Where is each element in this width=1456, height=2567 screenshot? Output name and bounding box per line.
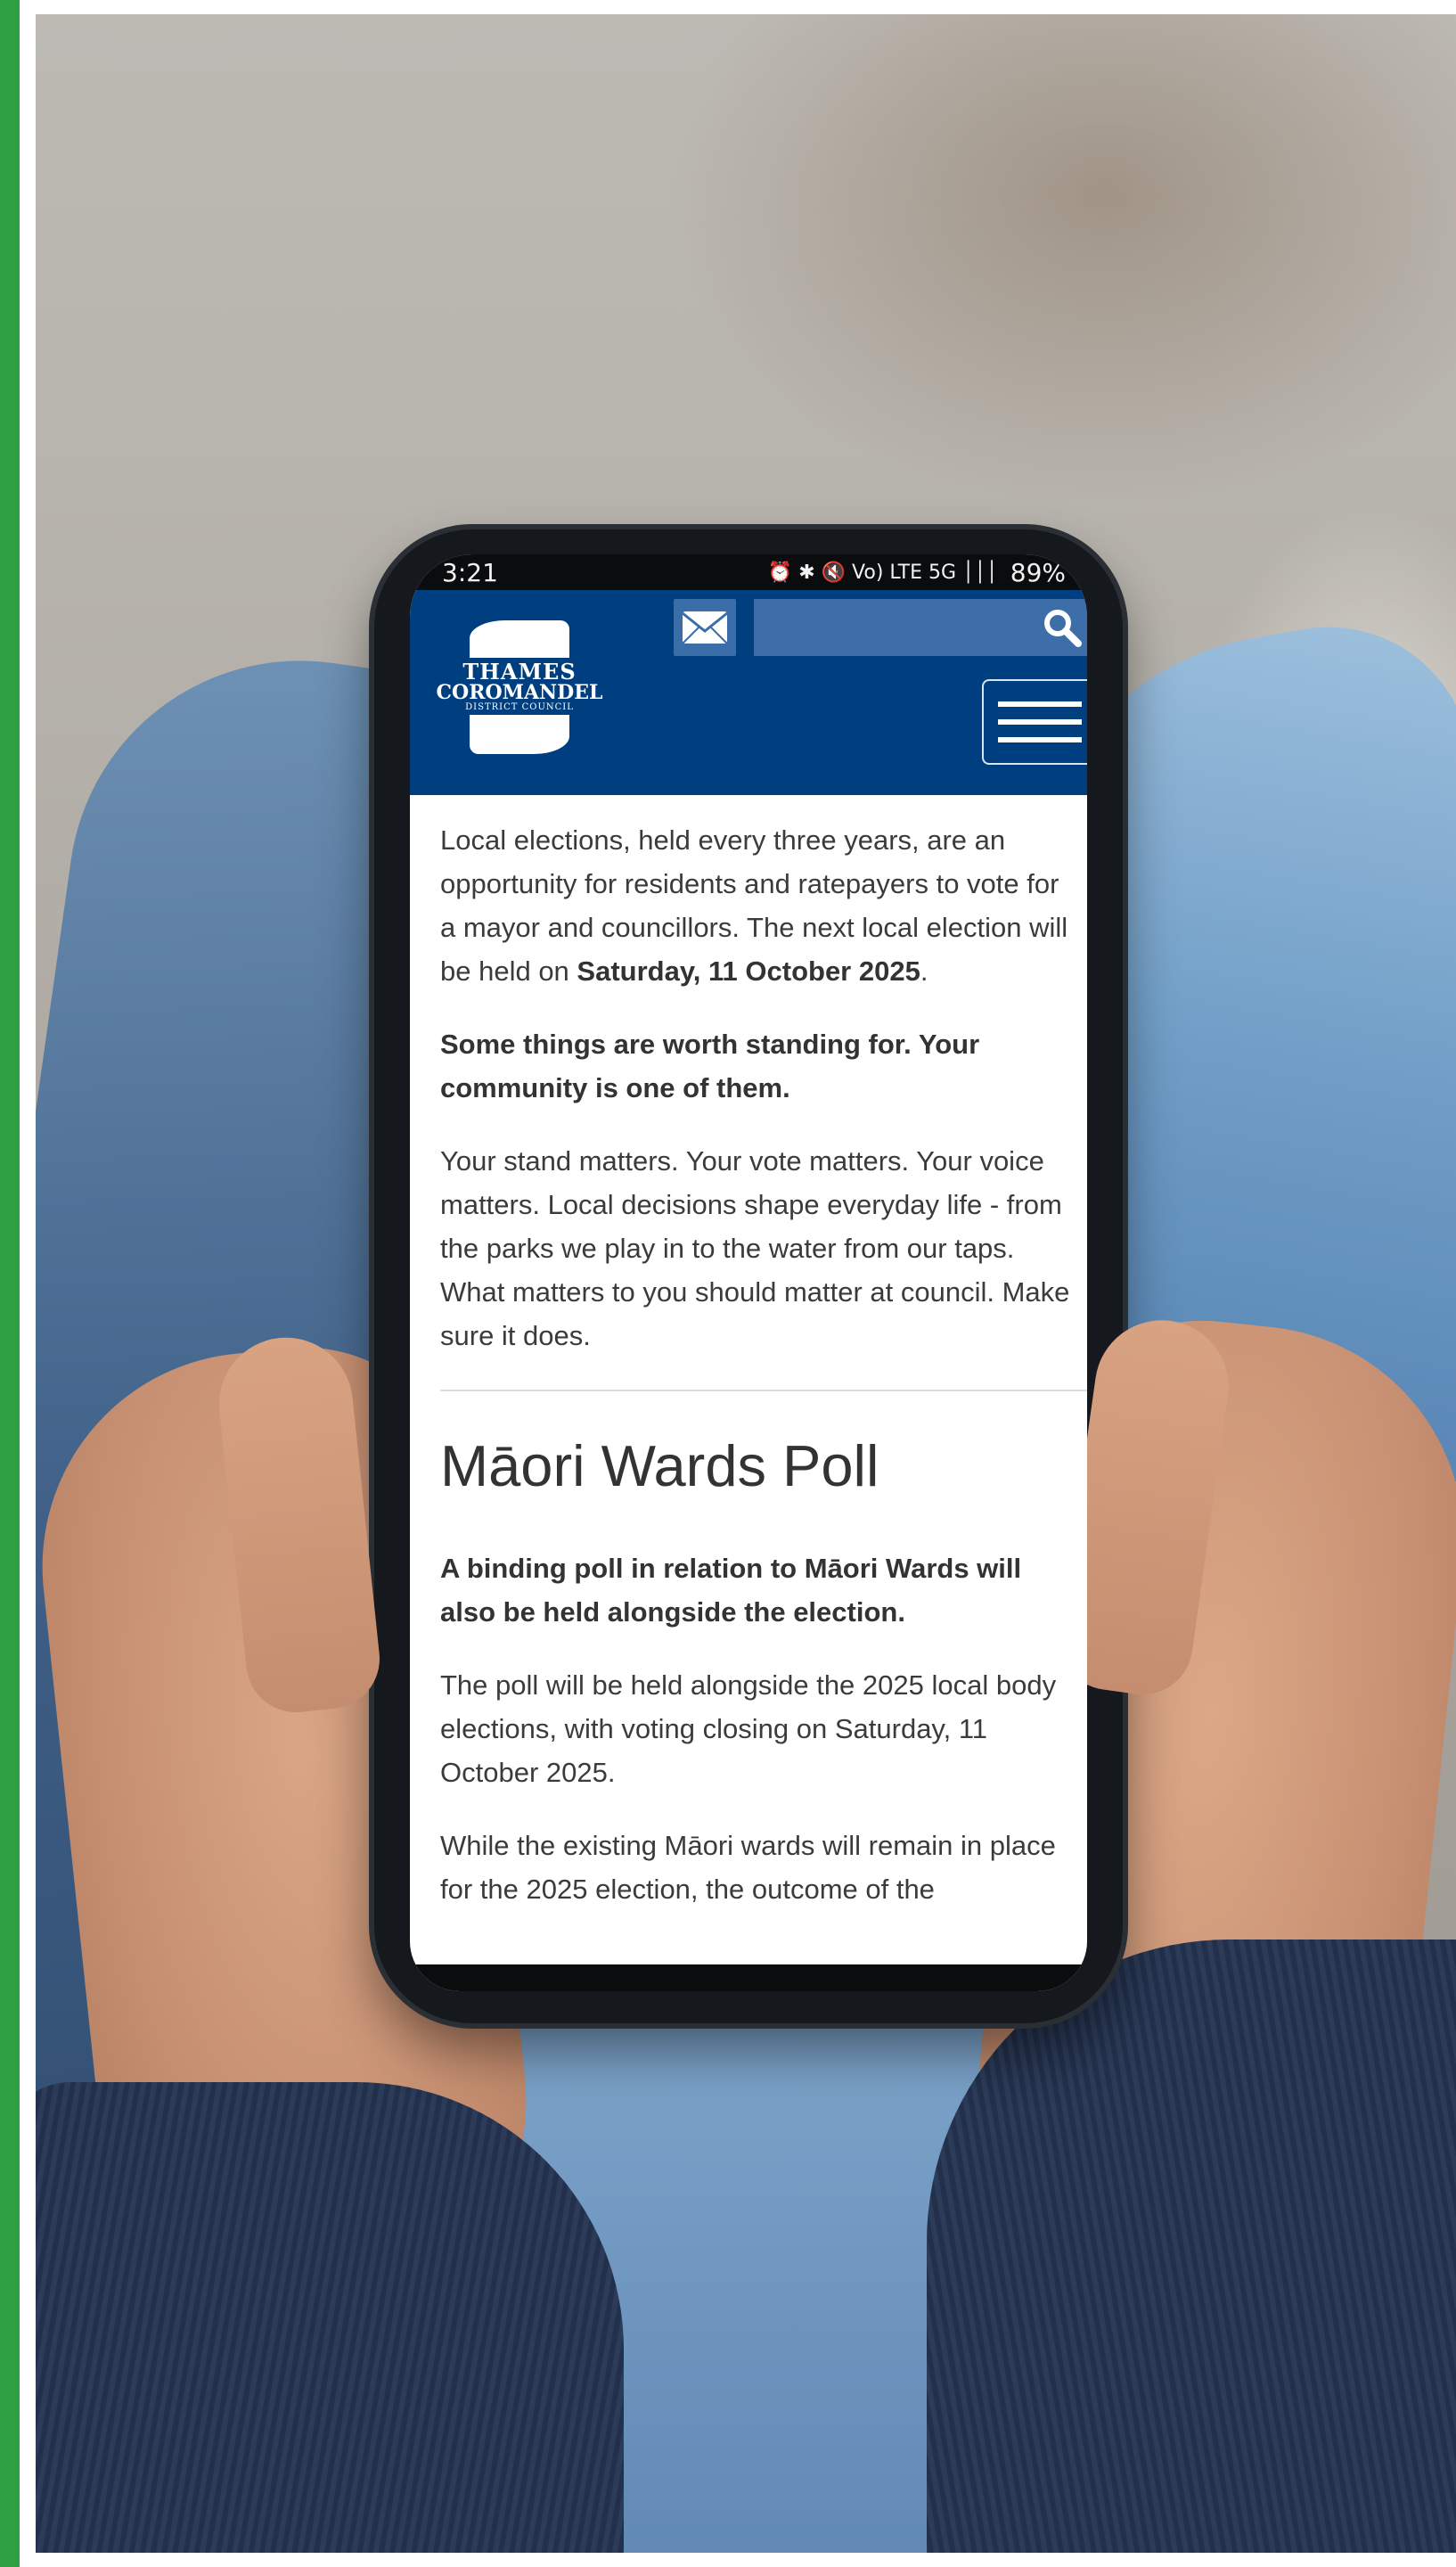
phone-screen: 3:21 ⏰ ✱ 🔇 Vo) LTE 5G │││ 89% THAMES COR… <box>410 554 1087 1991</box>
logo-wave-shape: THAMES COROMANDEL DISTRICT COUNCIL <box>434 620 605 754</box>
section-divider <box>440 1390 1087 1391</box>
menu-line <box>998 719 1082 725</box>
left-sleeve <box>36 2082 624 2553</box>
envelope-icon <box>682 611 728 644</box>
intro-end: . <box>920 955 928 987</box>
standing-tagline: Some things are worth standing for. Your… <box>440 1029 980 1103</box>
contact-email-button[interactable] <box>674 599 736 656</box>
status-time: 3:21 <box>442 557 498 587</box>
council-logo[interactable]: THAMES COROMANDEL DISTRICT COUNCIL <box>434 620 605 754</box>
status-bar: 3:21 ⏰ ✱ 🔇 Vo) LTE 5G │││ 89% <box>410 554 1087 590</box>
election-date: Saturday, 11 October 2025 <box>577 955 920 987</box>
search-box <box>754 599 1087 658</box>
status-icon-group: ⏰ ✱ 🔇 Vo) LTE 5G │││ <box>767 561 998 584</box>
logo-line-3: DISTRICT COUNCIL <box>465 701 574 712</box>
poll-paragraph: The poll will be held alongside the 2025… <box>440 1669 1057 1788</box>
stand-matters-paragraph: Your stand matters. Your vote matters. Y… <box>440 1145 1070 1351</box>
logo-line-1: THAMES <box>462 658 577 685</box>
intro-paragraph: Local elections, held every three years,… <box>440 818 1082 993</box>
menu-line <box>998 701 1082 707</box>
left-accent-bar <box>0 0 20 2567</box>
menu-line <box>998 737 1082 742</box>
logo-text-band: THAMES COROMANDEL DISTRICT COUNCIL <box>434 658 605 715</box>
status-icons: ⏰ ✱ 🔇 Vo) LTE 5G │││ 89% <box>768 558 1066 587</box>
poll-lead: A binding poll in relation to Māori Ward… <box>440 1553 1022 1628</box>
hamburger-menu-button[interactable] <box>982 679 1087 765</box>
main-content: Local elections, held every three years,… <box>410 795 1087 1911</box>
search-icon[interactable] <box>1043 608 1082 647</box>
section-heading: Māori Wards Poll <box>440 1433 879 1498</box>
screen-bottom-bezel <box>410 1964 1087 1991</box>
site-header: THAMES COROMANDEL DISTRICT COUNCIL <box>410 590 1087 795</box>
search-input[interactable] <box>754 599 1037 658</box>
wards-paragraph: While the existing Māori wards will rema… <box>440 1830 1056 1905</box>
logo-line-2: COROMANDEL <box>436 680 603 704</box>
